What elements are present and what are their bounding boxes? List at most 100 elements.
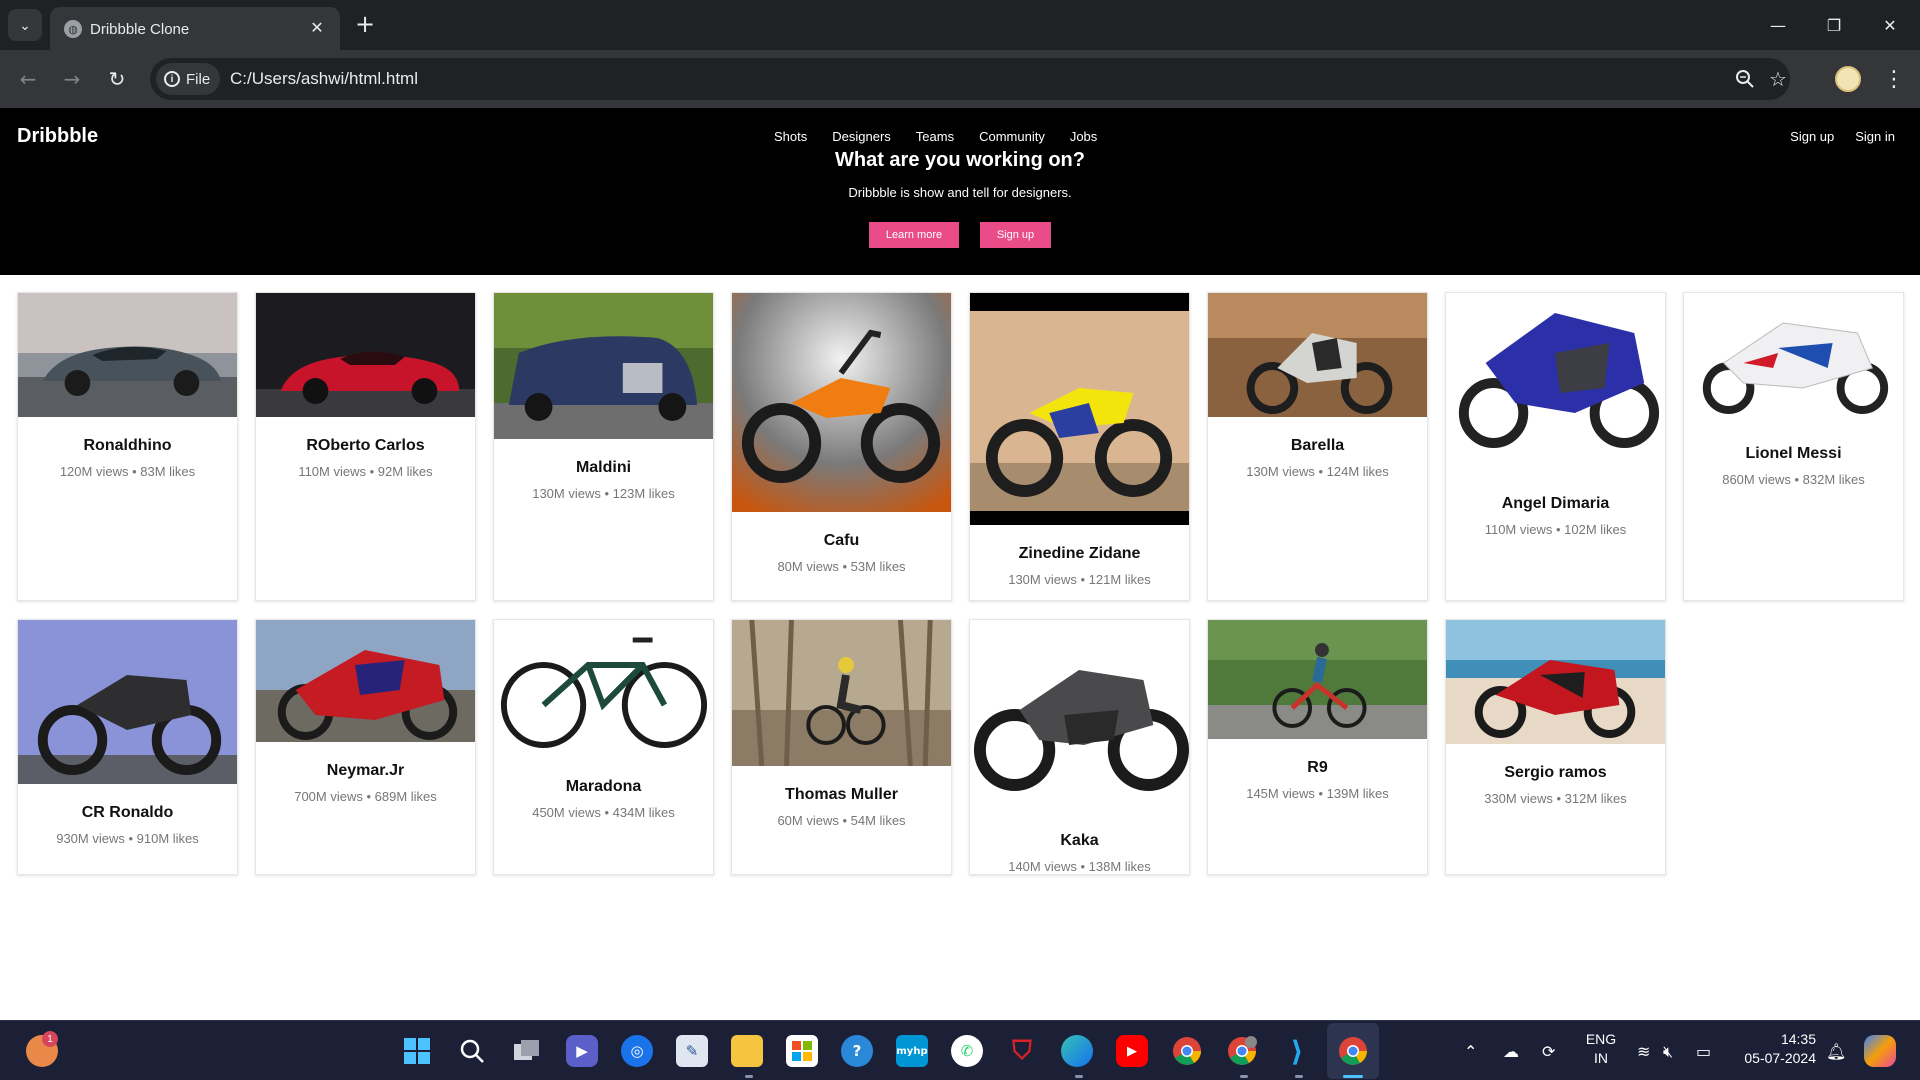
orange-dirt-bike-image <box>732 293 951 512</box>
card-stats: 700M views • 689M likes <box>294 789 437 804</box>
whatsapp-icon[interactable]: ✆ <box>951 1035 983 1067</box>
omnibox[interactable]: i File C:/Users/ashwi/html.html ☆ <box>150 58 1790 100</box>
shot-card[interactable]: CR Ronaldo 930M views • 910M likes <box>17 619 238 875</box>
chevron-up-icon[interactable]: ⌃ <box>1464 1042 1477 1061</box>
bookmark-star-icon[interactable]: ☆ <box>1766 67 1790 91</box>
shot-card[interactable]: R9 145M views • 139M likes <box>1207 619 1428 875</box>
card-title: Maldini <box>575 459 632 476</box>
language-region[interactable]: IN <box>1580 1050 1622 1066</box>
electric-motorcycle-image <box>1208 293 1427 417</box>
chrome-profile-icon[interactable] <box>1226 1035 1258 1067</box>
shot-card[interactable]: Neymar.Jr 700M views • 689M likes <box>255 619 476 875</box>
card-stats: 120M views • 83M likes <box>59 464 196 479</box>
shot-card[interactable]: Angel Dimaria 110M views • 102M likes <box>1445 292 1666 601</box>
shot-card[interactable]: Lionel Messi 860M views • 832M likes <box>1683 292 1904 601</box>
site-header: Dribbble Shots Designers Teams Community… <box>0 108 1920 275</box>
shot-card[interactable]: Thomas Muller 60M views • 54M likes <box>731 619 952 875</box>
vscode-icon[interactable]: ⟩ <box>1281 1035 1313 1068</box>
tab-close-icon[interactable]: ✕ <box>306 17 328 39</box>
shot-card[interactable]: Zinedine Zidane 130M views • 121M likes <box>969 292 1190 601</box>
zoom-icon[interactable] <box>1733 67 1757 91</box>
shot-card[interactable]: ROberto Carlos 110M views • 92M likes <box>255 292 476 601</box>
blue-luxury-sedan-image <box>494 293 713 439</box>
onedrive-error-icon[interactable]: ☁ <box>1503 1042 1519 1061</box>
mcafee-icon[interactable]: ⛉ <box>1006 1035 1038 1067</box>
search-icon[interactable] <box>456 1035 488 1067</box>
quick-assist-icon[interactable]: ? <box>841 1035 873 1067</box>
chrome-active-icon[interactable] <box>1337 1035 1369 1067</box>
chrome-icon[interactable] <box>1171 1035 1203 1067</box>
notification-bell-icon[interactable]: 🔔︎ <box>1826 1042 1846 1061</box>
card-stats: 450M views • 434M likes <box>532 805 675 820</box>
card-title: Angel Dimaria <box>1501 495 1610 512</box>
close-window-icon[interactable]: ✕ <box>1862 0 1918 50</box>
support-assist-icon[interactable]: ◎ <box>621 1035 653 1067</box>
url-text[interactable]: C:/Users/ashwi/html.html <box>230 69 418 89</box>
card-stats: 130M views • 121M likes <box>1008 572 1151 587</box>
forward-arrow-icon[interactable]: → <box>58 65 86 93</box>
tab-search-chevron-icon[interactable]: ⌄ <box>8 9 42 41</box>
battery-icon[interactable]: ▭ <box>1696 1042 1711 1061</box>
new-tab-plus-icon[interactable]: + <box>352 12 378 38</box>
notification-count-badge: 1 <box>42 1031 58 1047</box>
shot-card[interactable]: Maradona 450M views • 434M likes <box>493 619 714 875</box>
nav-teams[interactable]: Teams <box>916 129 954 144</box>
copilot-icon[interactable] <box>1864 1035 1896 1067</box>
nav-community[interactable]: Community <box>979 129 1045 144</box>
yellow-mini-dirt-bike-image <box>970 293 1189 525</box>
shot-card[interactable]: Kaka 140M views • 138M likes <box>969 619 1190 875</box>
card-title: Maradona <box>565 778 642 795</box>
running-indicator <box>745 1075 753 1078</box>
shot-card[interactable]: Ronaldhino 120M views • 83M likes <box>17 292 238 601</box>
task-view-icon[interactable] <box>511 1035 543 1067</box>
site-info-chip[interactable]: i File <box>156 63 221 95</box>
volume-muted-icon[interactable]: 🔇︎ <box>1663 1042 1673 1062</box>
road-cyclist-image <box>1208 620 1427 739</box>
wifi-icon[interactable]: ≋ <box>1637 1042 1650 1061</box>
clock-time[interactable]: 14:35 <box>1730 1031 1816 1047</box>
edge-icon[interactable] <box>1061 1035 1093 1067</box>
learn-more-button[interactable]: Learn more <box>869 222 959 248</box>
nav-designers[interactable]: Designers <box>832 129 891 144</box>
blue-sport-motorcycle-image <box>1446 293 1665 475</box>
file-chip-label: File <box>186 70 211 88</box>
card-stats: 145M views • 139M likes <box>1246 786 1389 801</box>
sign-up-button[interactable]: Sign up <box>980 222 1051 248</box>
youtube-icon[interactable]: ▶ <box>1116 1035 1148 1067</box>
notepad-icon[interactable]: ✎ <box>676 1035 708 1067</box>
tab-title: Dribbble Clone <box>90 21 190 38</box>
profile-avatar[interactable] <box>1835 66 1861 92</box>
white-superbike-image <box>1684 293 1903 425</box>
microsoft-store-icon[interactable] <box>786 1035 818 1067</box>
hero-title: What are you working on? <box>834 149 1085 171</box>
shot-card[interactable]: Barella 130M views • 124M likes <box>1207 292 1428 601</box>
language-code[interactable]: ENG <box>1580 1031 1622 1047</box>
site-logo[interactable]: Dribbble <box>17 125 98 148</box>
auth-nav: Sign up Sign in <box>1790 129 1895 144</box>
browser-tab[interactable]: ◍ Dribbble Clone ✕ <box>50 7 340 50</box>
sync-icon[interactable]: ⟳ <box>1542 1042 1555 1061</box>
windows-start-icon[interactable] <box>401 1035 433 1067</box>
red-sport-motorcycle-image <box>256 620 475 742</box>
shot-card[interactable]: Cafu 80M views • 53M likes <box>731 292 952 601</box>
more-menu-icon[interactable]: ⋮ <box>1880 65 1908 93</box>
running-indicator <box>1295 1075 1303 1078</box>
shot-card[interactable]: Maldini 130M views • 123M likes <box>493 292 714 601</box>
red-beach-motorcycle-image <box>1446 620 1665 744</box>
minimize-icon[interactable]: — <box>1750 0 1806 50</box>
reload-icon[interactable]: ↻ <box>103 65 131 93</box>
nav-shots[interactable]: Shots <box>774 129 807 144</box>
nav-sign-up[interactable]: Sign up <box>1790 129 1834 144</box>
clock-date[interactable]: 05-07-2024 <box>1730 1050 1816 1066</box>
card-stats: 80M views • 53M likes <box>777 559 906 574</box>
myhp-icon[interactable]: myhp <box>896 1035 928 1067</box>
nav-jobs[interactable]: Jobs <box>1070 129 1097 144</box>
nav-sign-in[interactable]: Sign in <box>1855 129 1895 144</box>
back-arrow-icon[interactable]: ← <box>14 65 42 93</box>
meet-icon[interactable]: ▶ <box>566 1035 598 1067</box>
shot-card[interactable]: Sergio ramos 330M views • 312M likes <box>1445 619 1666 875</box>
card-stats: 60M views • 54M likes <box>777 813 906 828</box>
file-explorer-icon[interactable] <box>731 1035 763 1067</box>
running-indicator <box>1240 1075 1248 1078</box>
restore-icon[interactable]: ❐ <box>1806 0 1862 50</box>
